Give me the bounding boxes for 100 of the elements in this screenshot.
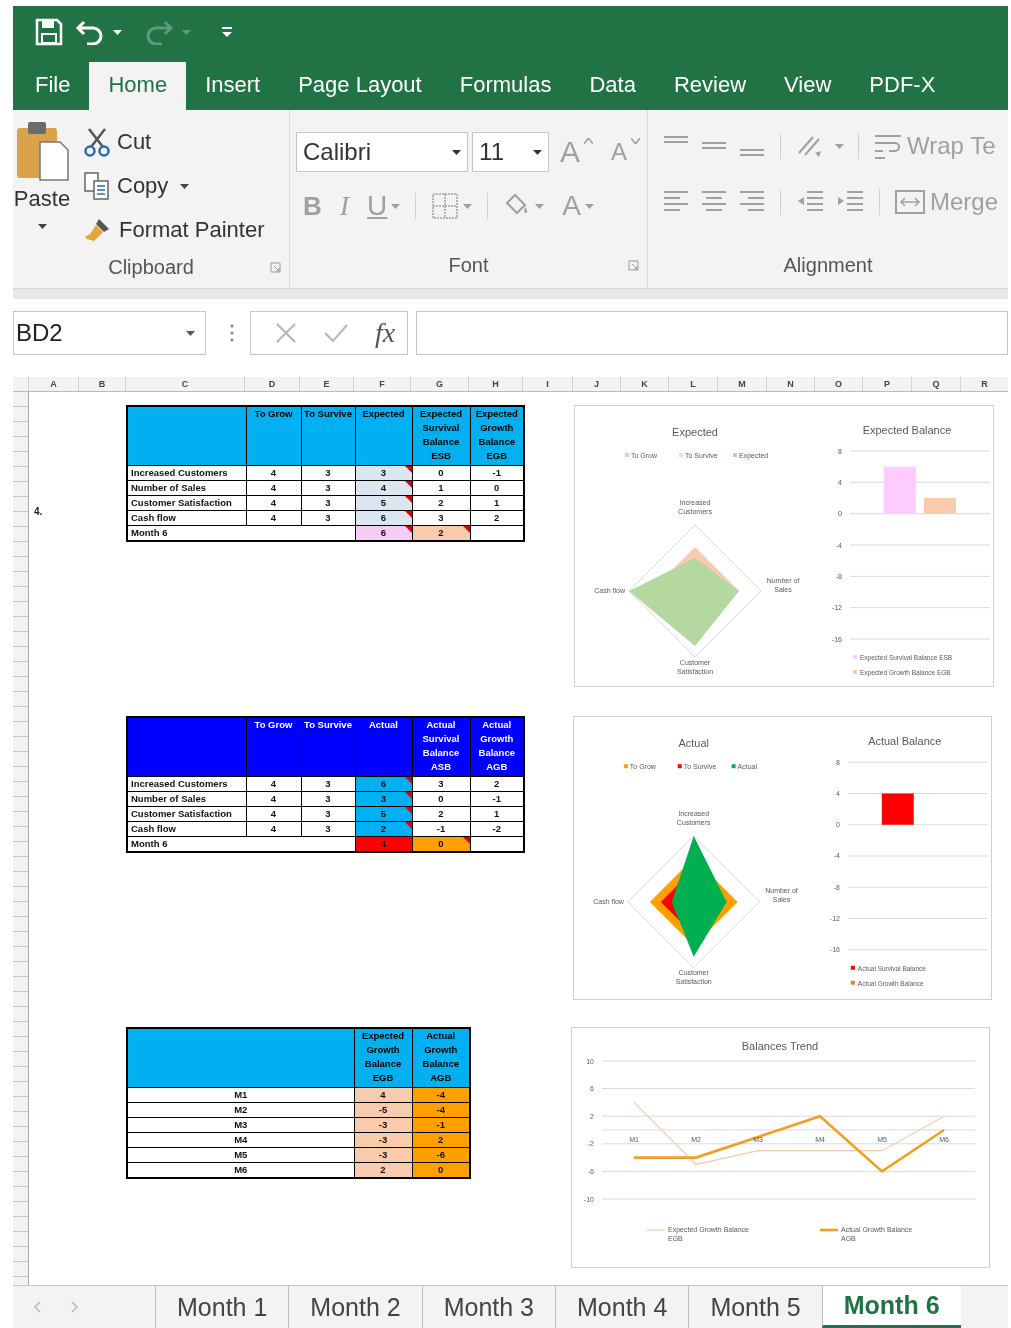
row-label: Customer Satisfaction [127,806,246,821]
column-header: Actual Growth Balance AGB [470,717,524,776]
column-letter[interactable]: A [28,377,78,391]
sheet-tab[interactable]: Month 1 [155,1286,289,1328]
copy-icon [83,171,111,201]
column-letter[interactable]: N [766,377,814,391]
column-letter[interactable]: I [522,377,572,391]
sheet-tab[interactable]: Month 4 [555,1286,689,1328]
group-label: Clipboard [108,255,194,279]
row-label: Cash flow [127,510,246,525]
row-label: M3 [127,1117,354,1132]
undo-icon[interactable] [75,19,105,45]
caret-icon [391,203,401,209]
column-letter[interactable]: H [468,377,522,391]
table-cell: 4 [246,806,301,821]
column-letter[interactable]: R [960,377,1008,391]
column-letter[interactable]: M [717,377,766,391]
sheet-tab[interactable]: Month 6 [821,1286,961,1328]
column-header: To Grow [246,406,301,465]
paste-button[interactable]: Paste [13,110,71,252]
ribbon-tab[interactable]: View [765,62,851,110]
sheet-tab[interactable]: Month 3 [421,1286,556,1328]
column-letter[interactable]: B [78,377,125,391]
table-cell: 3 [301,821,355,836]
borders-icon [431,192,460,220]
table-cell: 4 [246,776,301,791]
column-letter[interactable]: O [814,377,862,391]
dialog-launcher-icon[interactable] [270,261,281,273]
table-cell: 0 [412,465,470,480]
column-header: Actual Survival Balance ASB [412,717,470,776]
ribbon-tab[interactable]: Insert [186,62,280,110]
ribbon-tab[interactable]: File [16,62,90,110]
column-header: Actual [355,717,412,776]
dots-icon[interactable] [230,323,234,343]
caret-down-icon [631,138,640,144]
scissors-icon [83,127,111,157]
table-cell: 4 [246,480,301,495]
column-letter[interactable]: J [572,377,620,391]
column-letter[interactable]: K [620,377,668,391]
column-letter[interactable]: C [125,377,244,391]
table-cell: 1 [412,480,470,495]
ribbon-tab[interactable]: Formulas [440,62,571,110]
chart-title: Actual Balance [868,735,942,748]
table-cell: 3 [301,510,355,525]
column-letter[interactable]: E [299,377,353,391]
column-header: Actual Growth Balance AGB [412,1028,470,1087]
sheet-tab[interactable]: Month 2 [288,1286,422,1328]
checkmark-icon[interactable] [323,323,349,343]
row-label: Number of Sales [127,791,246,806]
table-cell: 3 [301,495,355,510]
ribbon-tab[interactable]: Home [89,62,187,110]
chart-title: Actual [678,737,709,750]
cancel-icon[interactable] [275,322,297,344]
table-cell: 3 [412,510,470,525]
caret-icon [452,149,462,155]
column-letter[interactable]: D [244,377,299,391]
group-label: Font [448,253,489,277]
caret-icon [37,224,47,229]
row-label: Increased Customers [127,465,246,480]
ribbon-tab[interactable]: Page Layout [279,62,441,110]
column-letter[interactable]: F [353,377,410,391]
row-label: Customer Satisfaction [127,495,246,510]
wrap-text-icon [873,132,903,160]
caret-icon [532,149,542,155]
chart-title: Expected [672,426,718,438]
merge-cells-icon [894,188,926,216]
column-letter[interactable]: G [410,377,468,391]
chart-title: Expected Balance [862,424,952,436]
customize-icon[interactable] [221,26,233,38]
scroll-right-icon[interactable] [71,1301,79,1313]
column-header: Expected Growth Balance EGB [354,1028,412,1087]
ribbon-tab[interactable]: PDF-X [850,62,955,110]
caret-icon [182,29,191,35]
insert-function-button[interactable]: fx [375,317,396,349]
ribbon-tab[interactable]: Data [570,62,655,110]
save-icon[interactable] [35,18,63,46]
table-cell: 3 [301,806,355,821]
cut-button[interactable]: Cut [83,120,265,164]
caret-icon [585,203,595,209]
cell-text: 4. [34,506,43,517]
column-header: To Survive [301,717,355,776]
ribbon-tab[interactable]: Review [654,62,766,110]
column-letter[interactable]: P [862,377,911,391]
row-label: M2 [127,1102,354,1117]
row-label: M4 [127,1132,354,1147]
column-letter[interactable]: L [668,377,717,391]
caret-icon [535,203,545,209]
sheet-tab[interactable]: Month 5 [688,1286,822,1328]
table-cell: -1 [412,821,470,836]
column-header: Expected Growth Balance EGB [470,406,524,465]
formula-input[interactable] [416,311,1008,355]
caret-icon [463,203,473,209]
table-cell: 3 [301,480,355,495]
copy-button[interactable]: Copy [83,164,265,208]
scroll-left-icon[interactable] [33,1301,41,1313]
comment-indicator [462,836,470,844]
caret-icon [835,143,844,149]
column-letter[interactable]: Q [911,377,960,391]
format-painter-button[interactable]: Format Painter [83,208,265,252]
name-box[interactable]: BD2 [13,311,206,355]
